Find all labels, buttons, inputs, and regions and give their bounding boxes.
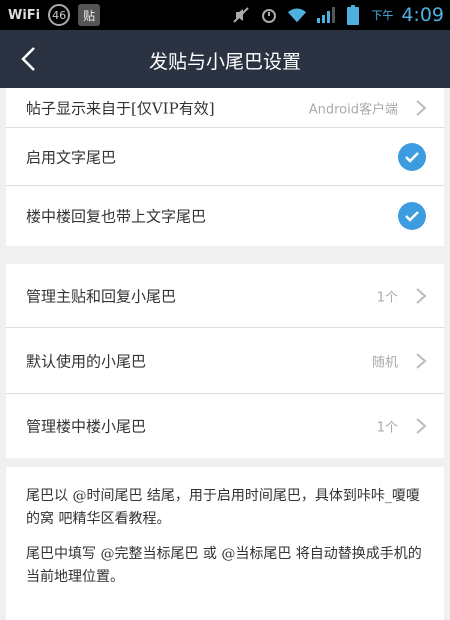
chevron-right-icon (416, 352, 427, 369)
floor-tail-toggle-row[interactable]: 楼中楼回复也带上文字尾巴 (6, 186, 444, 246)
manage-main-tail-row[interactable]: 管理主贴和回复小尾巴 1个 (6, 264, 444, 328)
notification-count-badge: 46 (48, 4, 71, 26)
tail-help-text: 尾巴以 @时间尾巴 结尾，用于启用时间尾巴，具体到咔咔_嗄嗄的窝 吧精华区看教程… (6, 467, 444, 620)
device-source-label: 帖子显示来自于[仅VIP有效] (26, 99, 215, 117)
am-pm-label: 下午 (371, 9, 394, 22)
tieba-notification-icon: 贴 (78, 4, 101, 26)
text-tail-toggle-row[interactable]: 启用文字尾巴 (6, 128, 444, 186)
chevron-right-icon (416, 99, 427, 116)
check-icon (405, 151, 419, 163)
check-icon (405, 211, 419, 222)
manage-floor-tail-label: 管理楼中楼小尾巴 (26, 417, 147, 436)
manage-main-tail-label: 管理主贴和回复小尾巴 (26, 287, 177, 305)
default-tail-label: 默认使用的小尾巴 (26, 352, 147, 370)
manage-floor-tail-count: 1个 (376, 420, 398, 436)
battery-icon (343, 5, 363, 25)
mute-icon (231, 5, 251, 25)
carrier-label: WiFi (8, 7, 41, 23)
text-tail-label: 启用文字尾巴 (26, 148, 117, 166)
help-paragraph: 尾巴中填写 @完整当标尾巴 或 @当标尾巴 将自动替换成手机的当前地理位置。 (26, 546, 422, 585)
chevron-right-icon (416, 287, 427, 304)
manage-main-tail-count: 1个 (376, 290, 398, 305)
tail-management-section: 管理主贴和回复小尾巴 1个 默认使用的小尾巴 随机 管理楼中楼小尾巴 1个 (6, 264, 444, 458)
title-bar: 发贴与小尾巴设置 (0, 30, 450, 88)
default-tail-value: 随机 (371, 355, 398, 370)
alarm-icon (259, 5, 279, 25)
device-source-value: Android客户端 (308, 102, 398, 117)
device-source-row[interactable]: 帖子显示来自于[仅VIP有效] Android客户端 (6, 88, 444, 128)
floor-tail-checkbox[interactable] (398, 202, 426, 230)
tail-toggle-section: 帖子显示来自于[仅VIP有效] Android客户端 启用文字尾巴 楼中楼回复也… (6, 88, 444, 246)
chevron-right-icon (416, 418, 427, 434)
page-title: 发贴与小尾巴设置 (148, 51, 301, 73)
help-paragraph: 尾巴以 @时间尾巴 结尾，用于启用时间尾巴，具体到咔咔_嗄嗄的窝 吧精华区看教程… (26, 488, 420, 527)
wifi-icon (287, 5, 307, 25)
default-tail-row[interactable]: 默认使用的小尾巴 随机 (6, 328, 444, 394)
floor-tail-label: 楼中楼回复也带上文字尾巴 (26, 207, 207, 226)
status-bar: WiFi 46 贴 下午 4:09 (0, 0, 450, 30)
clock: 4:09 (401, 4, 444, 26)
manage-floor-tail-row[interactable]: 管理楼中楼小尾巴 1个 (6, 394, 444, 458)
signal-3g-icon (315, 5, 336, 25)
text-tail-checkbox[interactable] (398, 142, 426, 171)
